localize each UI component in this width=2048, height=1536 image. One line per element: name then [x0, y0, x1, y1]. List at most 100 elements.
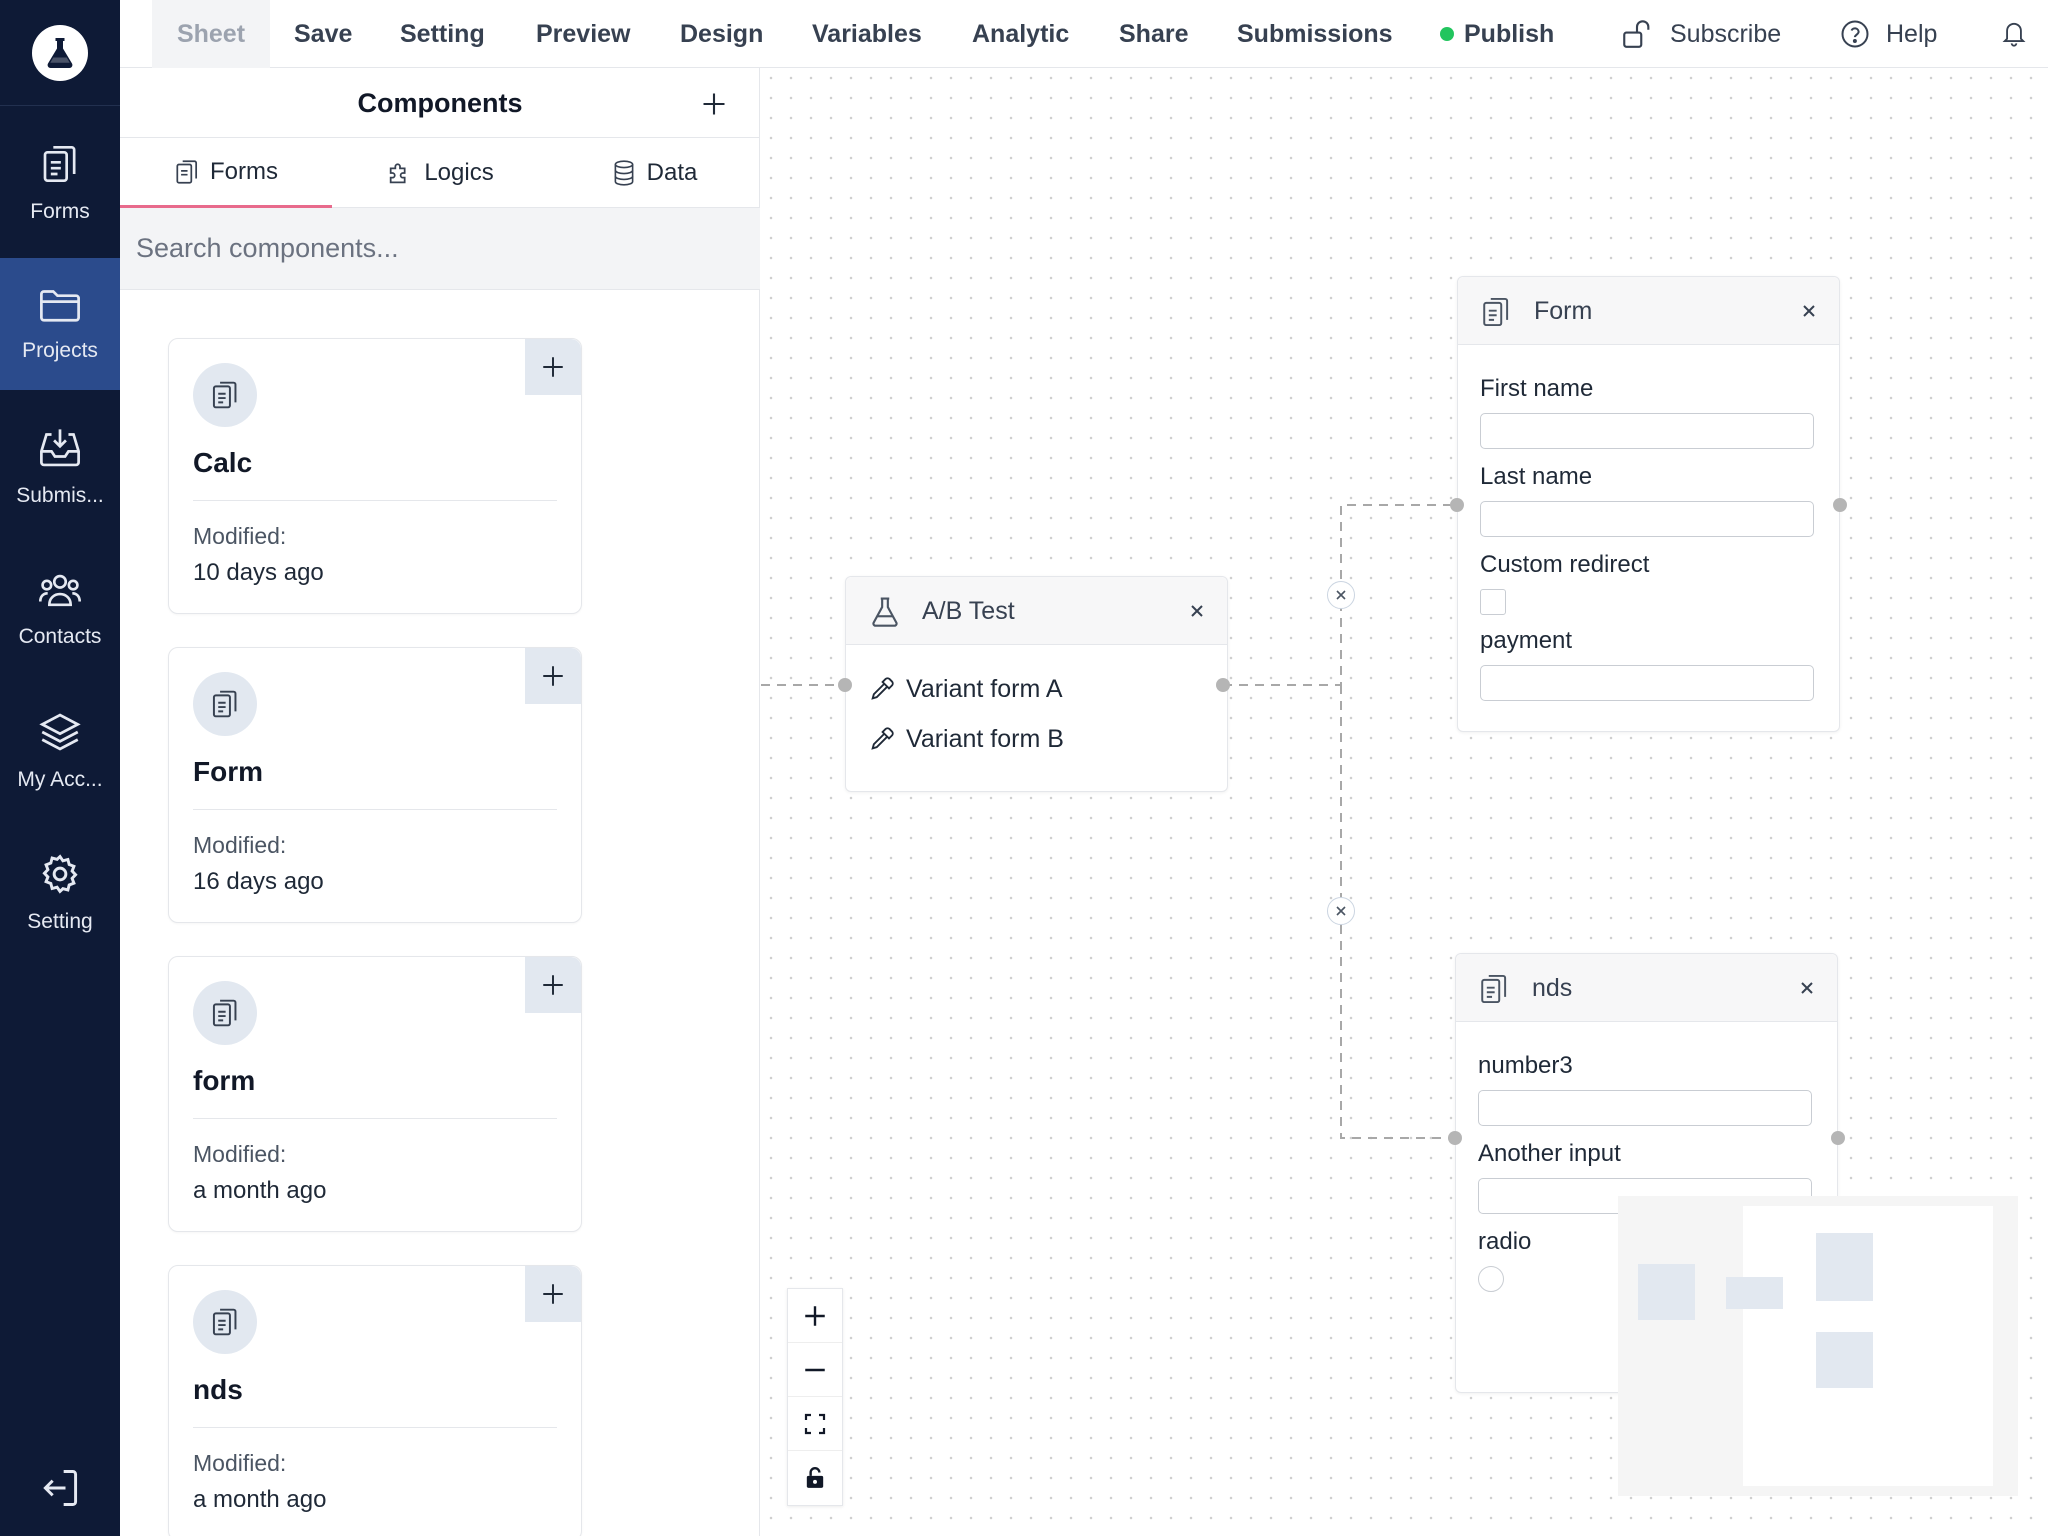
nav-submissions[interactable]: Submissions — [1237, 0, 1393, 68]
puzzle-icon — [390, 163, 406, 184]
number3-input[interactable] — [1478, 1090, 1812, 1126]
nav-design[interactable]: Design — [680, 0, 763, 68]
close-icon — [1336, 590, 1346, 600]
minimap[interactable] — [1618, 1196, 2018, 1496]
clipboard-icon — [193, 672, 257, 736]
variant-item[interactable]: Variant form A — [868, 673, 1063, 705]
help-button[interactable]: Help — [1840, 0, 1937, 68]
clipboard-icon — [193, 1290, 257, 1354]
component-tabs: Forms Logics Data — [120, 138, 760, 208]
zoom-out-button[interactable] — [788, 1343, 842, 1397]
database-icon — [614, 160, 634, 186]
variant-item[interactable]: Variant form B — [868, 723, 1064, 755]
first-name-input[interactable] — [1480, 413, 1814, 449]
add-card-button[interactable] — [525, 648, 581, 704]
rail-item-submissions[interactable]: Submis... — [0, 400, 120, 534]
node-title: nds — [1532, 974, 1573, 1002]
form-input-handle[interactable] — [1450, 498, 1464, 512]
pipette-icon — [871, 727, 894, 750]
rail-item-forms[interactable]: Forms — [0, 116, 120, 250]
field-label: radio — [1478, 1228, 1532, 1255]
search-input[interactable] — [120, 208, 760, 289]
close-icon — [1803, 305, 1815, 317]
pipette-icon — [871, 677, 894, 700]
component-card[interactable]: Calc Modified: 10 days ago — [168, 338, 582, 614]
lock-button[interactable] — [788, 1451, 842, 1505]
node-title: A/B Test — [922, 597, 1015, 625]
payment-input[interactable] — [1480, 665, 1814, 701]
add-card-button[interactable] — [525, 339, 581, 395]
ab-input-handle[interactable] — [838, 678, 852, 692]
rail-item-label: Projects — [22, 339, 98, 362]
close-node-button[interactable] — [1795, 976, 1819, 1000]
layers-icon — [39, 713, 81, 751]
radio-option[interactable] — [1478, 1266, 1504, 1292]
ab-output-handle[interactable] — [1216, 678, 1230, 692]
tab-forms[interactable]: Forms — [120, 138, 332, 208]
nav-save[interactable]: Save — [294, 0, 352, 68]
form-output-handle[interactable] — [1833, 498, 1847, 512]
nav-sheet[interactable]: Sheet — [152, 0, 270, 68]
nav-variables[interactable]: Variables — [812, 0, 922, 68]
clipboard-icon — [193, 981, 257, 1045]
add-component-icon[interactable] — [700, 90, 728, 118]
field-label: payment — [1480, 627, 1573, 654]
component-card[interactable]: form Modified: a month ago — [168, 956, 582, 1232]
plus-icon — [543, 975, 563, 995]
rail-item-contacts[interactable]: Contacts — [0, 542, 120, 676]
close-node-button[interactable] — [1797, 299, 1821, 323]
lock-icon — [806, 1467, 824, 1488]
flask-logo-icon — [32, 24, 88, 81]
add-card-button[interactable] — [525, 957, 581, 1013]
clipboard-icon — [1483, 297, 1509, 327]
nav-analytic[interactable]: Analytic — [972, 0, 1069, 68]
nav-preview[interactable]: Preview — [536, 0, 631, 68]
card-divider — [193, 1427, 557, 1428]
add-card-button[interactable] — [525, 1266, 581, 1322]
folder-icon — [40, 290, 80, 322]
unlock-icon — [1623, 20, 1650, 48]
card-modified-label: Modified: — [193, 1141, 287, 1167]
nds-output-handle[interactable] — [1831, 1131, 1845, 1145]
plus-icon — [543, 1284, 563, 1304]
ab-test-node[interactable]: A/B Test Variant form A Variant form B — [845, 576, 1228, 792]
help-icon — [1841, 20, 1869, 48]
nav-setting[interactable]: Setting — [400, 0, 485, 68]
clipboard-icon — [193, 363, 257, 427]
close-node-button[interactable] — [1185, 599, 1209, 623]
rail-item-my-account[interactable]: My Acc... — [0, 684, 120, 818]
nav-share[interactable]: Share — [1119, 0, 1188, 68]
plus-icon — [543, 357, 563, 377]
zoom-in-button[interactable] — [788, 1289, 842, 1343]
card-name: Form — [193, 756, 263, 787]
form-node[interactable]: Form First name Last name Custom redirec… — [1457, 276, 1840, 732]
app-logo[interactable] — [0, 0, 120, 106]
card-modified-value: a month ago — [193, 1486, 327, 1513]
card-modified-label: Modified: — [193, 1450, 287, 1476]
card-name: form — [193, 1065, 256, 1096]
components-panel: Components Forms Logics Data Calc Modifi… — [120, 68, 760, 1536]
minus-icon — [805, 1368, 825, 1371]
tab-logics[interactable]: Logics — [332, 138, 548, 208]
component-card[interactable]: Form Modified: 16 days ago — [168, 647, 582, 923]
tab-data[interactable]: Data — [548, 138, 760, 208]
component-card[interactable]: nds Modified: a month ago — [168, 1265, 582, 1536]
rail-item-projects[interactable]: Projects — [0, 258, 120, 390]
card-modified-value: 16 days ago — [193, 868, 324, 895]
flow-canvas[interactable]: A/B Test Variant form A Variant form B F… — [761, 68, 2048, 1536]
custom-redirect-checkbox[interactable] — [1480, 589, 1506, 615]
bell-icon[interactable] — [2000, 18, 2028, 48]
node-header: Form — [1458, 277, 1839, 345]
nds-input-handle[interactable] — [1448, 1131, 1462, 1145]
plus-icon — [805, 1305, 825, 1326]
rail-item-setting[interactable]: Setting — [0, 826, 120, 960]
last-name-input[interactable] — [1480, 501, 1814, 537]
left-rail: Forms Projects Submis... Contacts My Acc… — [0, 0, 120, 1536]
subscribe-label: Subscribe — [1670, 19, 1782, 48]
forms-icon — [176, 159, 198, 184]
delete-edge-button[interactable] — [1327, 897, 1355, 925]
delete-edge-button[interactable] — [1327, 581, 1355, 609]
subscribe-button[interactable]: Subscribe — [1620, 0, 1781, 68]
logout-icon[interactable] — [38, 1466, 82, 1510]
fit-view-button[interactable] — [788, 1397, 842, 1451]
